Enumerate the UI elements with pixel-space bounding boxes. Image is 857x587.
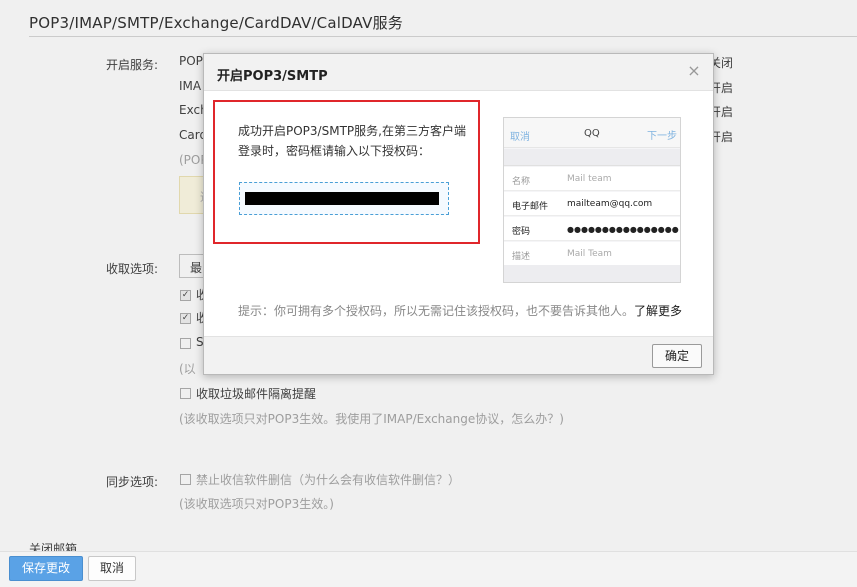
phone-gap [504, 149, 680, 166]
close-icon[interactable]: × [687, 63, 701, 79]
phone-title: QQ [584, 128, 600, 139]
phone-row-key: 名称 [512, 177, 531, 187]
phone-row-description: 描述 Mail Team [504, 242, 680, 266]
phone-illustration: 取消 QQ 下一步 名称 Mail team 电子邮件 mailteam@qq.… [503, 117, 681, 283]
phone-row-key: 电子邮件 [512, 202, 549, 212]
phone-cancel: 取消 [510, 132, 530, 143]
phone-row-name: 名称 Mail team [504, 167, 680, 191]
phone-row-key: 描述 [512, 252, 531, 262]
phone-row-email: 电子邮件 mailteam@qq.com [504, 192, 680, 216]
learn-more-link[interactable]: 了解更多 [634, 304, 682, 318]
phone-row-password: 密码 ●●●●●●●●●●●●●●●● [504, 217, 680, 241]
phone-header: 取消 QQ 下一步 [504, 118, 680, 148]
confirm-button[interactable]: 确定 [652, 344, 702, 368]
dialog-title: 开启POP3/SMTP [217, 69, 328, 84]
phone-row-value: ●●●●●●●●●●●●●●●● [567, 225, 679, 234]
hint-text: 提示：你可拥有多个授权码，所以无需记住该授权码，也不要告诉其他人。 [238, 304, 635, 318]
dialog-header: 开启POP3/SMTP × [204, 54, 713, 91]
dialog-hint: 提示：你可拥有多个授权码，所以无需记住该授权码，也不要告诉其他人。了解更多 [238, 302, 682, 319]
enable-pop3-dialog: 开启POP3/SMTP × 成功开启POP3/SMTP服务,在第三方客户端登录时… [203, 53, 714, 375]
dialog-footer [204, 336, 713, 374]
phone-row-value: Mail team [567, 174, 612, 184]
dialog-message: 成功开启POP3/SMTP服务,在第三方客户端登录时，密码框请输入以下授权码： [238, 124, 466, 158]
phone-next: 下一步 [647, 131, 677, 142]
save-button[interactable]: 保存更改 [9, 556, 83, 581]
phone-row-key: 密码 [512, 227, 531, 237]
phone-footer [504, 265, 680, 282]
auth-code-redacted [245, 192, 439, 205]
auth-code-box[interactable] [239, 182, 449, 215]
phone-row-value: mailteam@qq.com [567, 199, 653, 209]
cancel-button[interactable]: 取消 [88, 556, 136, 581]
phone-row-value: Mail Team [567, 249, 612, 259]
